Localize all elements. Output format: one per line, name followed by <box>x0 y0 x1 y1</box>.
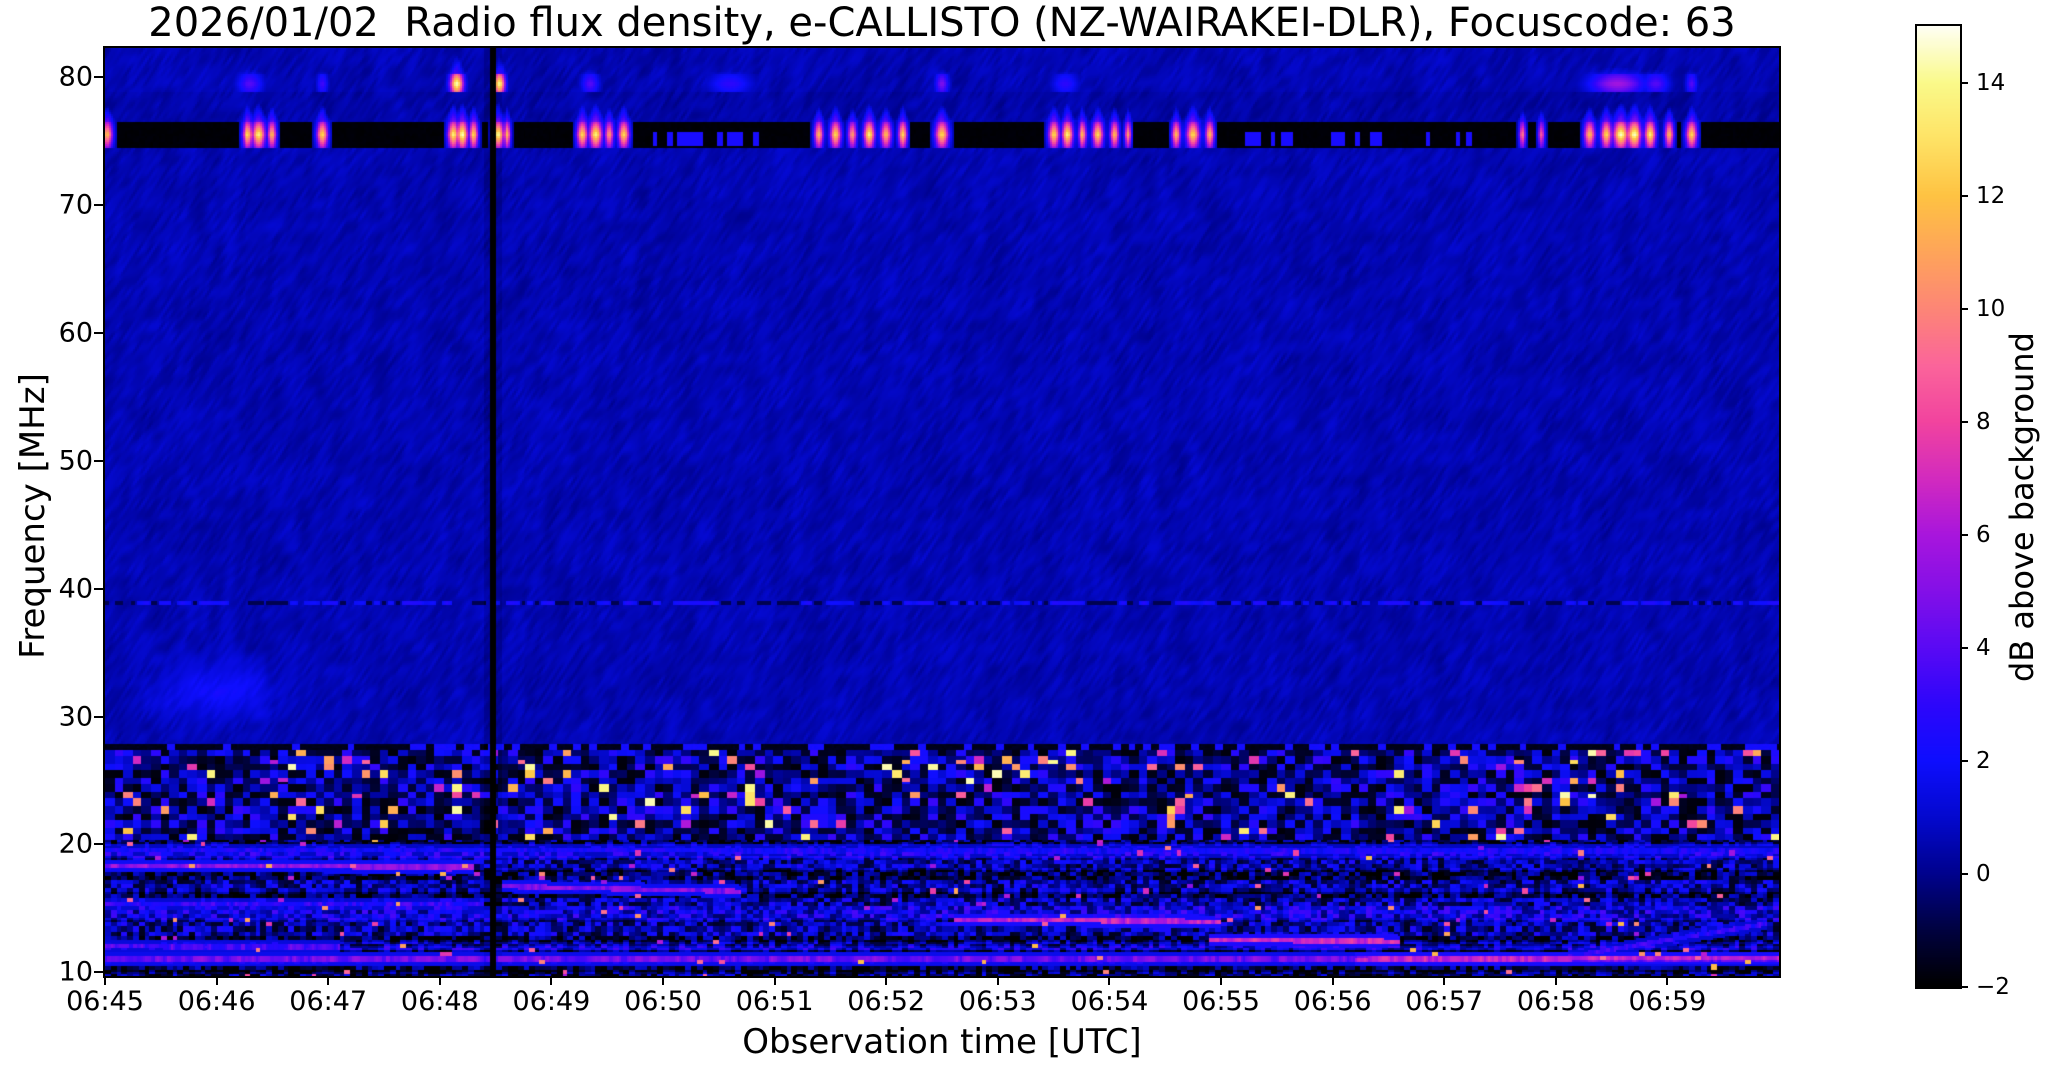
y-tick-mark <box>94 459 103 462</box>
x-tick-mark <box>773 976 776 985</box>
y-tick-label: 40 <box>58 573 93 605</box>
colorbar-tick-mark <box>1960 872 1968 875</box>
y-axis-label: Frequency [MHz] <box>13 373 53 659</box>
y-tick-label: 70 <box>58 189 93 221</box>
x-tick-mark <box>662 976 664 985</box>
x-tick-label: 06:57 <box>1405 986 1484 1017</box>
x-tick-mark <box>1108 976 1111 985</box>
x-tick-mark <box>1666 976 1669 985</box>
colorbar-tick-mark <box>1960 81 1968 84</box>
plot-area <box>103 46 1781 978</box>
y-tick-mark <box>94 843 103 846</box>
y-tick-mark <box>94 587 103 590</box>
colorbar-tick-label: 12 <box>1976 182 2006 209</box>
spectrogram-figure: 2026/01/02 Radio flux density, e-CALLIST… <box>0 0 2047 1067</box>
colorbar-tick-mark <box>1960 194 1968 197</box>
x-tick-label: 06:52 <box>847 986 926 1017</box>
colorbar-tick-mark <box>1960 759 1968 762</box>
x-tick-mark <box>1443 976 1446 985</box>
y-tick-label: 60 <box>58 317 93 349</box>
x-tick-label: 06:51 <box>735 986 814 1017</box>
colorbar-label: dB above background <box>2003 332 2041 682</box>
colorbar-tick-mark <box>1960 533 1968 536</box>
y-tick-label: 30 <box>58 701 93 733</box>
x-tick-label: 06:47 <box>289 986 368 1017</box>
x-tick-label: 06:58 <box>1516 986 1595 1017</box>
colorbar-tick-label: −2 <box>1976 974 2010 1000</box>
x-axis-label: Observation time [UTC] <box>742 1022 1142 1062</box>
x-tick-mark <box>1554 976 1557 985</box>
x-tick-mark <box>104 976 106 985</box>
colorbar-tick-label: 2 <box>1976 747 1991 774</box>
colorbar <box>1915 24 1962 989</box>
x-tick-label: 06:46 <box>177 986 256 1017</box>
x-tick-label: 06:56 <box>1293 986 1372 1017</box>
x-tick-mark <box>1331 976 1334 985</box>
spectrogram-heatmap <box>105 48 1779 976</box>
y-tick-label: 20 <box>58 828 93 860</box>
x-tick-label: 06:53 <box>958 986 1037 1017</box>
x-tick-label: 06:49 <box>512 986 591 1017</box>
x-tick-mark <box>996 976 999 985</box>
y-tick-mark <box>94 332 103 335</box>
x-tick-label: 06:54 <box>1070 986 1149 1017</box>
x-tick-mark <box>215 976 218 985</box>
colorbar-tick-label: 14 <box>1976 69 2006 96</box>
x-tick-label: 06:48 <box>400 986 479 1017</box>
x-tick-label: 06:59 <box>1628 986 1707 1017</box>
colorbar-tick-mark <box>1960 986 1968 988</box>
x-tick-label: 06:45 <box>66 986 144 1017</box>
colorbar-tick-label: 0 <box>1976 860 1991 887</box>
x-tick-label: 06:50 <box>624 986 702 1017</box>
y-tick-label: 50 <box>58 445 93 477</box>
y-tick-label: 10 <box>58 956 93 988</box>
y-tick-mark <box>94 971 103 974</box>
x-tick-mark <box>327 976 330 985</box>
colorbar-tick-mark <box>1960 420 1968 423</box>
x-tick-mark <box>438 976 441 985</box>
y-tick-mark <box>94 76 103 79</box>
chart-title: 2026/01/02 Radio flux density, e-CALLIST… <box>148 0 1736 46</box>
x-tick-mark <box>885 976 888 985</box>
colorbar-tick-mark <box>1960 646 1968 649</box>
colorbar-tick-label: 6 <box>1976 521 1991 548</box>
colorbar-tick-label: 10 <box>1976 295 2006 322</box>
y-tick-label: 80 <box>58 61 93 93</box>
y-tick-mark <box>94 204 103 207</box>
colorbar-gradient <box>1917 26 1960 987</box>
x-tick-label: 06:55 <box>1182 986 1260 1017</box>
colorbar-tick-label: 8 <box>1976 408 1991 435</box>
x-tick-mark <box>550 976 553 985</box>
colorbar-tick-label: 4 <box>1976 634 1991 661</box>
x-tick-mark <box>1220 976 1222 985</box>
y-tick-mark <box>94 715 103 718</box>
colorbar-tick-mark <box>1960 307 1968 310</box>
